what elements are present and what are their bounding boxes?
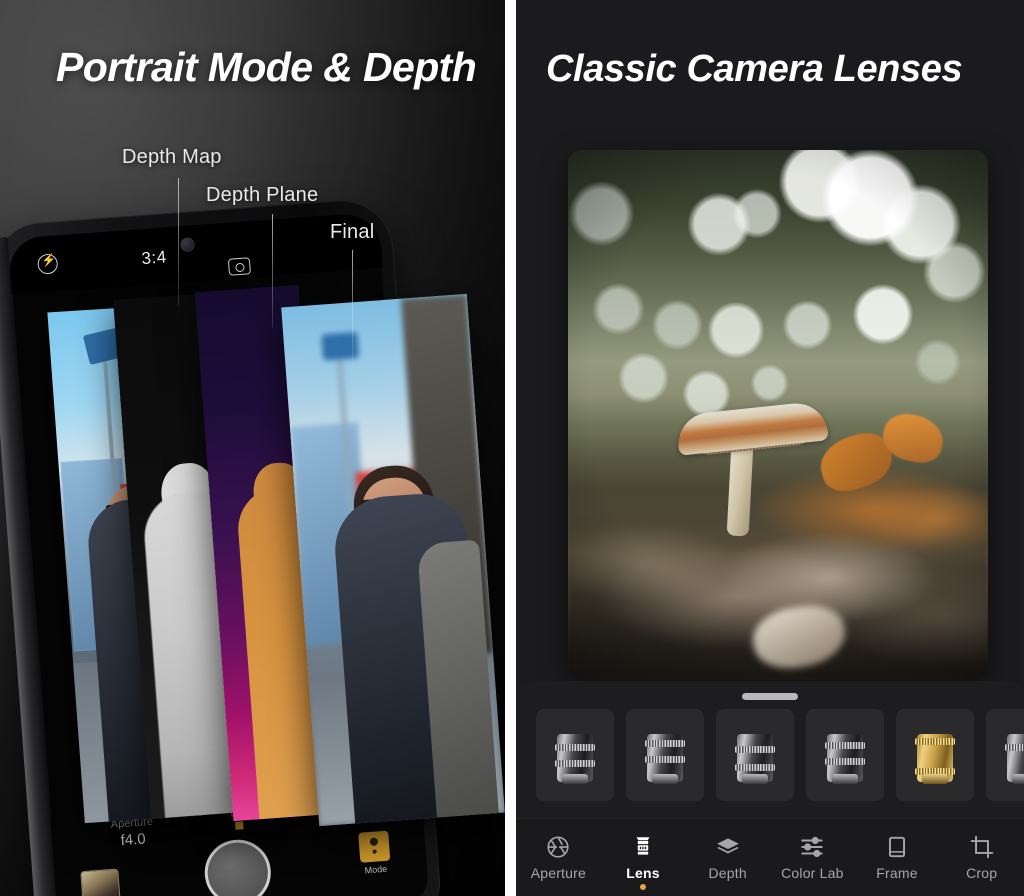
- mode-icon: [358, 830, 391, 863]
- tool-label: Lens: [626, 865, 660, 881]
- lens-aperture-ring: [555, 760, 595, 767]
- left-panel: Portrait Mode & Depth Depth Map Depth Pl…: [0, 0, 505, 896]
- ev-swatch: [234, 821, 244, 830]
- camera-switch-icon[interactable]: [227, 257, 251, 276]
- active-indicator-dot: [640, 884, 646, 890]
- leader-line-depth-map: [178, 178, 179, 306]
- lens-aperture-ring: [825, 758, 865, 765]
- sliders-icon: [799, 834, 825, 860]
- lens-focus-ring: [825, 742, 865, 749]
- lens-image: [911, 724, 959, 786]
- tool-color-lab[interactable]: Color Lab: [770, 834, 855, 881]
- left-panel-title: Portrait Mode & Depth: [56, 44, 477, 90]
- lens-focus-ring: [555, 744, 595, 751]
- lens-thumb-3[interactable]: [716, 709, 794, 801]
- lens-front-element: [652, 774, 678, 784]
- editor-toolbar: Aperture Lens Depth Color Lab Frame Crop: [516, 818, 1024, 896]
- mushroom-stem: [726, 443, 754, 537]
- lens-aperture-ring: [645, 756, 685, 763]
- lens-front-element: [1012, 774, 1024, 784]
- drag-handle[interactable]: [742, 693, 798, 700]
- lens-image: [821, 724, 869, 786]
- tool-aperture[interactable]: Aperture: [516, 834, 601, 881]
- lens-carousel[interactable]: [516, 709, 1024, 819]
- lens-thumb-4[interactable]: [806, 709, 884, 801]
- tool-frame[interactable]: Frame: [855, 834, 940, 881]
- aspect-ratio-label[interactable]: 3:4: [141, 247, 168, 269]
- crop-icon: [969, 834, 995, 860]
- tool-depth[interactable]: Depth: [685, 834, 770, 881]
- callout-depth-plane: Depth Plane: [206, 184, 319, 206]
- lens-image: [1001, 724, 1024, 786]
- lens-thumb-1[interactable]: [536, 709, 614, 801]
- right-panel-title: Classic Camera Lenses: [546, 48, 963, 90]
- leader-line-depth-plane: [272, 214, 273, 328]
- tool-label: Depth: [708, 865, 747, 881]
- lens-aperture-ring: [735, 764, 775, 771]
- lens-front-element: [922, 774, 948, 784]
- mode-label: Mode: [364, 863, 388, 876]
- bottom-sheet: Aperture Lens Depth Color Lab Frame Crop: [516, 681, 1024, 896]
- front-camera-dot: [180, 237, 196, 253]
- photo-mushroom: [675, 394, 829, 544]
- gallery-thumbnail[interactable]: [80, 868, 121, 896]
- flash-off-icon[interactable]: [36, 253, 59, 275]
- lens-thumb-2[interactable]: [626, 709, 704, 801]
- callout-depth-map: Depth Map: [122, 146, 222, 168]
- callout-final: Final: [330, 221, 375, 243]
- layer-final-result: [281, 293, 505, 827]
- mushroom-cap: [675, 400, 829, 456]
- lens-thumb-5[interactable]: [896, 709, 974, 801]
- lens-front-element: [832, 774, 858, 784]
- layers-icon: [715, 834, 741, 860]
- tool-lens[interactable]: Lens: [601, 834, 686, 890]
- lens-front-element: [742, 774, 768, 784]
- leader-line-final: [352, 250, 353, 362]
- aperture-icon: [545, 834, 571, 860]
- lens-focus-ring: [735, 746, 775, 753]
- tool-label: Color Lab: [781, 865, 844, 881]
- final-pole-head: [321, 332, 360, 361]
- frame-icon: [884, 834, 910, 860]
- tool-label: Frame: [876, 865, 918, 881]
- app-root: Portrait Mode & Depth Depth Map Depth Pl…: [0, 0, 1024, 896]
- tool-crop[interactable]: Crop: [939, 834, 1024, 881]
- panel-divider: [505, 0, 516, 896]
- right-panel: Classic Camera Lenses Aperture Lens Dept…: [516, 0, 1024, 896]
- lens-image: [641, 724, 689, 786]
- lens-thumb-6[interactable]: [986, 709, 1024, 801]
- tool-label: Crop: [966, 865, 998, 881]
- lens-focus-ring: [915, 738, 955, 745]
- lens-focus-ring: [645, 740, 685, 747]
- lens-front-element: [562, 774, 588, 784]
- lens-image: [551, 724, 599, 786]
- mode-button[interactable]: Mode: [356, 830, 393, 875]
- photo-leaf-foreground: [749, 600, 849, 673]
- lens-image: [731, 724, 779, 786]
- lens-icon: [630, 834, 656, 860]
- photo-preview[interactable]: [568, 150, 988, 680]
- lens-focus-ring: [1005, 744, 1024, 751]
- tool-label: Aperture: [530, 865, 586, 881]
